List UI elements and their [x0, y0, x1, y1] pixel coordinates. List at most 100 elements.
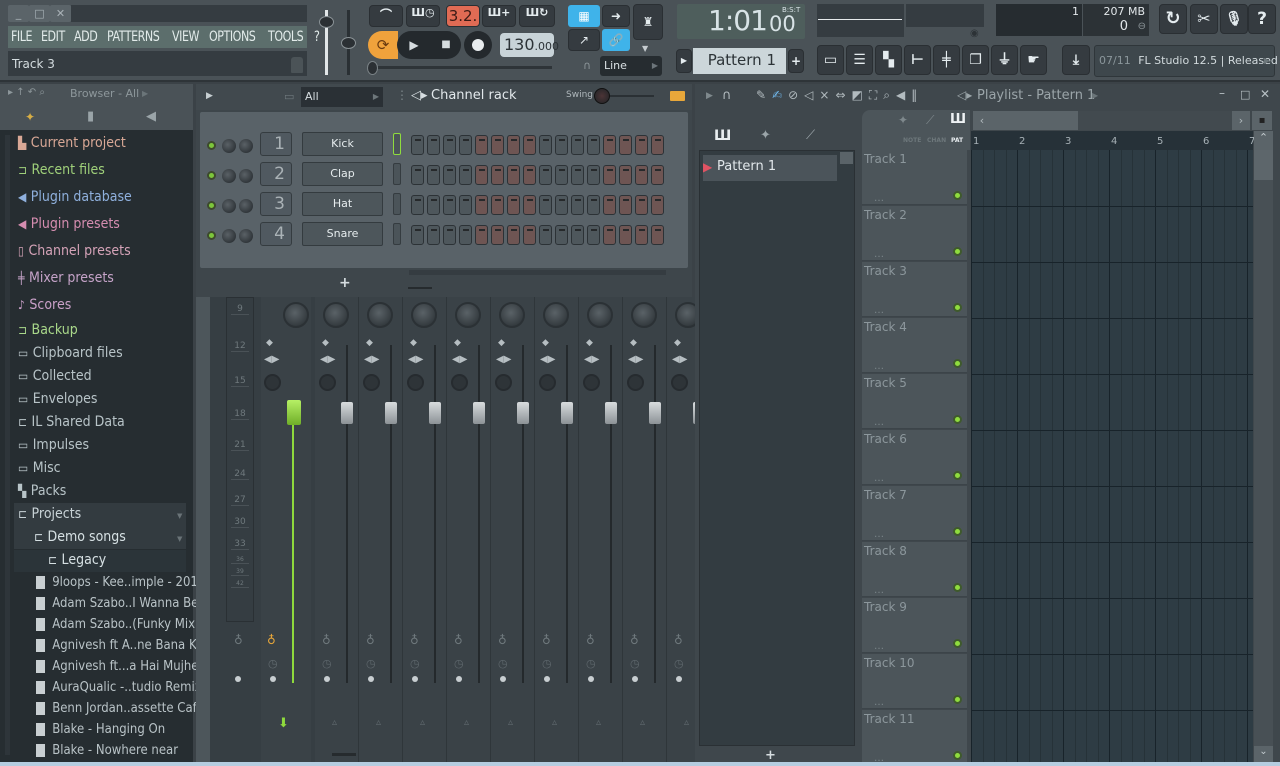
playlist-scroll-up[interactable]: ⌃ — [1254, 131, 1273, 150]
picker-tab-chan[interactable]: CHAN — [927, 137, 946, 144]
track-mute-led[interactable] — [953, 583, 962, 592]
metronome-button[interactable]: ⌒ — [369, 5, 403, 27]
volume-fader[interactable] — [649, 402, 661, 424]
track-mute-led[interactable] — [953, 527, 962, 536]
mixer-button[interactable]: ╪ — [933, 45, 960, 75]
browser-item-il-shared-data[interactable]: ⊏ IL Shared Data — [18, 412, 125, 432]
mixer-scroll-thumb[interactable] — [332, 753, 356, 756]
step-button[interactable] — [603, 165, 616, 185]
master-fader-handle[interactable] — [287, 400, 301, 425]
loop-record-button[interactable]: Ш↻ — [519, 5, 555, 27]
volume-fader[interactable] — [605, 402, 617, 424]
playlist-scroll-left[interactable]: ‹ — [973, 111, 991, 130]
step-button[interactable] — [523, 135, 536, 155]
undo-button[interactable]: ↻ — [1159, 4, 1187, 34]
browser-item-demo-songs[interactable]: ⊏ Demo songs — [34, 527, 126, 547]
mixer-insert-strip[interactable] — [535, 297, 579, 766]
track-menu-icon[interactable]: … — [874, 249, 884, 260]
playlist-track-header[interactable]: Track 2… — [862, 206, 967, 261]
menu-view[interactable]: VIEW — [172, 29, 206, 45]
magnet-icon[interactable]: ∩ — [722, 88, 732, 103]
step-button[interactable] — [555, 195, 568, 215]
browser-item-scores[interactable]: ♪ Scores — [18, 295, 71, 315]
browser-file[interactable]: 9loops - Kee..imple - 2015 — [36, 572, 205, 592]
mixer-insert-strip[interactable] — [359, 297, 403, 766]
menu-file[interactable]: FILE — [11, 29, 39, 45]
step-button[interactable] — [491, 225, 504, 245]
channel-pan-knob[interactable] — [239, 229, 253, 243]
channel-pan-knob[interactable] — [239, 199, 253, 213]
swing-knob[interactable] — [594, 88, 610, 104]
stereo-separation-knob[interactable] — [363, 374, 380, 391]
insert-pan-knob[interactable] — [543, 302, 569, 328]
step-button[interactable] — [411, 225, 424, 245]
master-pitch-handle[interactable] — [341, 37, 356, 49]
mixer-insert-strip[interactable] — [403, 297, 447, 766]
playlist-menu-icon[interactable]: ▶ — [706, 91, 713, 101]
track-mute-led[interactable] — [953, 639, 962, 648]
master-stereo-knob[interactable] — [264, 374, 281, 391]
edison-button[interactable]: ✂ — [1190, 4, 1218, 34]
step-button[interactable] — [475, 165, 488, 185]
browser-item-misc[interactable]: ▭ Misc — [18, 458, 61, 478]
menu-tools[interactable]: TOOLS — [268, 29, 310, 45]
browser-item-recent-files[interactable]: ⊐ Recent files — [18, 160, 105, 180]
graph-editor-icon[interactable] — [670, 91, 685, 101]
record-arm-icon[interactable]: ♁ — [234, 633, 243, 647]
help-button[interactable]: ? — [1248, 4, 1276, 34]
picker-tab-note[interactable]: NOTE — [903, 137, 921, 144]
step-button[interactable] — [587, 135, 600, 155]
step-button[interactable] — [427, 195, 440, 215]
playlist-close-button[interactable]: ✕ — [1260, 87, 1270, 101]
browser-item-current-project[interactable]: ▙ Current project — [18, 133, 126, 153]
record-arm-icon[interactable]: ♁ — [498, 633, 507, 647]
step-button[interactable] — [491, 195, 504, 215]
step-button[interactable] — [539, 225, 552, 245]
browser-item-impulses[interactable]: ▭ Impulses — [18, 435, 89, 455]
track-menu-icon[interactable]: … — [874, 697, 884, 708]
step-button[interactable] — [635, 195, 648, 215]
playlist-tools[interactable]: ✎✍⊘◁×⇔◩⛶⌕◀‖ — [756, 88, 923, 103]
step-button[interactable] — [539, 165, 552, 185]
track-menu-icon[interactable]: … — [874, 417, 884, 428]
track-mute-led[interactable] — [953, 247, 962, 256]
pattern-loop-button[interactable]: ⟳ — [368, 31, 398, 59]
step-button[interactable] — [459, 165, 472, 185]
mixer-insert-strip[interactable] — [579, 297, 623, 766]
picker-automation-icon[interactable]: ⟋ — [806, 128, 815, 143]
picker-scroll-up[interactable] — [840, 152, 853, 164]
step-button[interactable] — [635, 135, 648, 155]
stereo-separation-knob[interactable] — [539, 374, 556, 391]
wait-for-input-button[interactable]: Ш◷ — [406, 5, 440, 27]
insert-pan-knob[interactable] — [631, 302, 657, 328]
playlist-track-header[interactable]: Track 5… — [862, 374, 967, 429]
playlist-track-header[interactable]: Track 9… — [862, 598, 967, 653]
channel-pan-knob[interactable] — [239, 169, 253, 183]
step-button[interactable] — [507, 135, 520, 155]
insert-pan-knob[interactable] — [587, 302, 613, 328]
master-pan-knob[interactable] — [283, 302, 309, 328]
menu-options[interactable]: OPTIONS — [209, 29, 262, 45]
playlist-button[interactable]: ▭ — [817, 45, 844, 75]
step-button[interactable] — [523, 165, 536, 185]
record-arm-icon[interactable]: ♁ — [322, 633, 331, 647]
step-button[interactable] — [475, 225, 488, 245]
record-arm-icon[interactable]: ♁ — [454, 633, 463, 647]
browser-item-plugin-database[interactable]: ◀ Plugin database — [18, 187, 132, 207]
playlist-h-scroll-thumb[interactable] — [991, 111, 1078, 130]
pattern-item[interactable]: ▶ Pattern 1 — [703, 155, 837, 181]
step-button[interactable] — [411, 165, 424, 185]
current-insert-dot[interactable] — [235, 676, 241, 682]
minimize-button[interactable]: _ — [8, 5, 29, 22]
route-dot[interactable] — [324, 676, 330, 682]
playlist-scroll-down[interactable]: ⌄ — [1254, 746, 1273, 762]
mixer-insert-strip[interactable] — [491, 297, 535, 766]
step-button[interactable] — [475, 195, 488, 215]
stereo-separation-knob[interactable] — [671, 374, 688, 391]
add-channel-button[interactable]: + — [339, 275, 351, 291]
volume-fader[interactable] — [561, 402, 573, 424]
channel-rack-button[interactable]: ▚ — [875, 45, 902, 75]
news-next-icon[interactable]: ▶ — [1264, 56, 1270, 65]
insert-pan-knob[interactable] — [455, 302, 481, 328]
channel-select-indicator[interactable] — [393, 223, 401, 245]
